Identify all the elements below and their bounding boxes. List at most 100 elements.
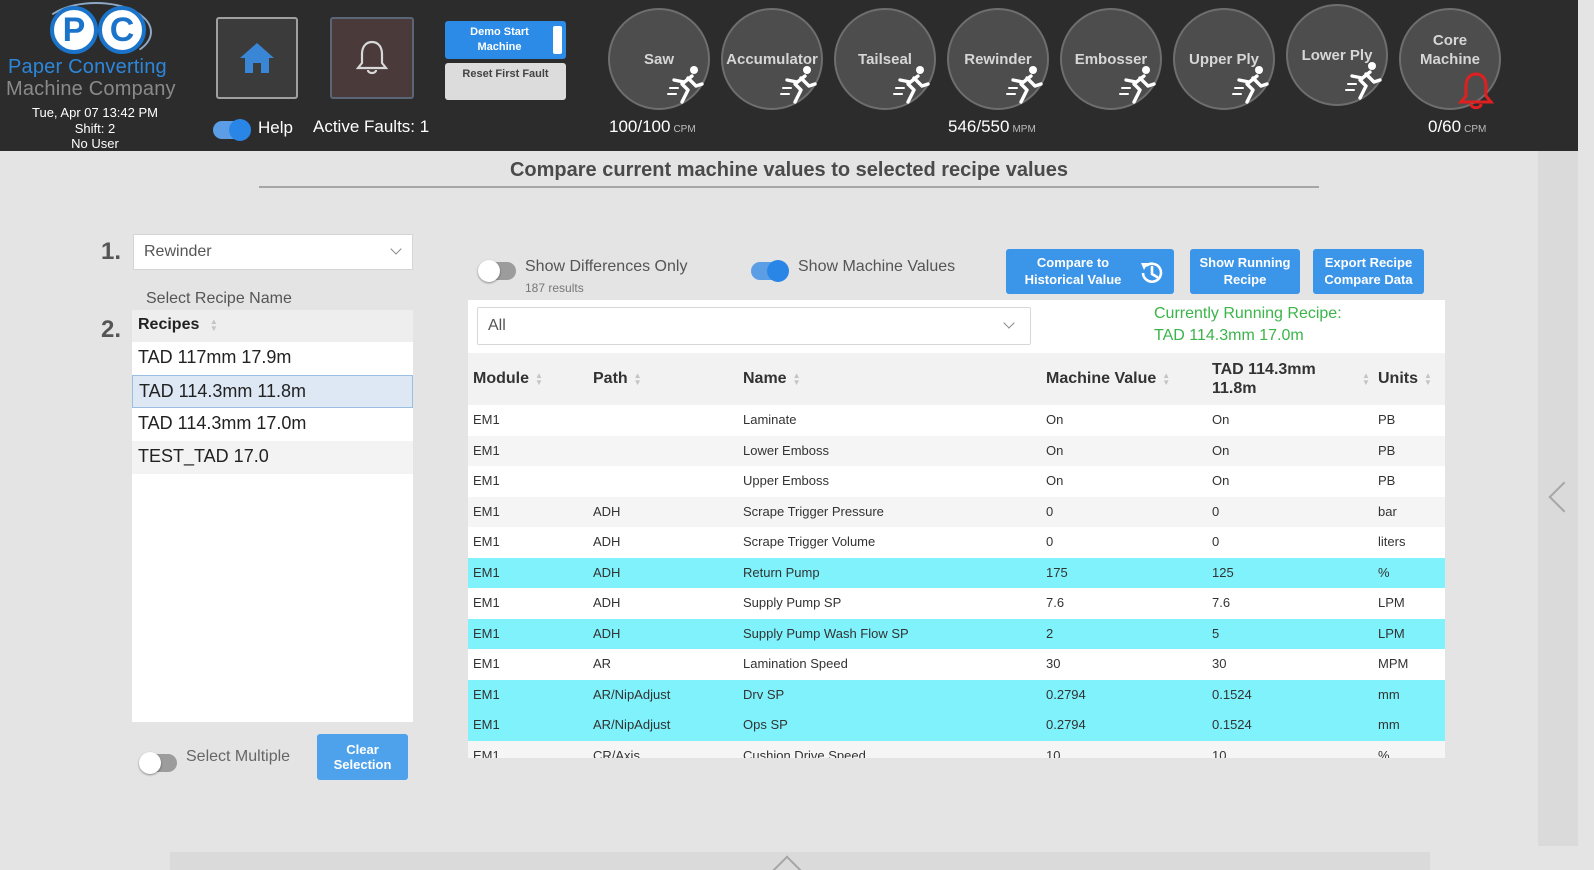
recipe-caption: Select Recipe Name bbox=[146, 290, 292, 307]
cell-units: bar bbox=[1378, 503, 1397, 519]
cell-recipe: 5 bbox=[1212, 625, 1220, 641]
cell-module: EM1 bbox=[473, 442, 500, 458]
table-row[interactable]: EM1 ADH Scrape Trigger Volume 0 0 liters bbox=[468, 527, 1445, 558]
help-toggle[interactable] bbox=[213, 119, 251, 141]
machine-tailseal[interactable]: Tailseal bbox=[834, 8, 936, 110]
cell-machine: 10 bbox=[1046, 747, 1061, 759]
bottom-panel-strip bbox=[170, 852, 1430, 870]
table-row-difference[interactable]: EM1 ADH Return Pump 175 125% bbox=[468, 557, 1445, 588]
cell-units: mm bbox=[1378, 686, 1400, 702]
table-body: EM1 Laminate On On PB EM1 Lower Emboss On On PB EM… bbox=[468, 405, 1445, 758]
cell-name: Supply Pump Wash Flow SP bbox=[743, 625, 909, 641]
reset-first-fault-button[interactable]: Reset First Fault bbox=[445, 63, 566, 100]
cell-units: PB bbox=[1378, 412, 1396, 427]
cell-path: AR/NipAdjust bbox=[593, 717, 671, 732]
chevron-down-icon bbox=[1003, 317, 1015, 329]
cell-machine: 0.2794 bbox=[1046, 686, 1086, 702]
recipe-item[interactable]: TEST_TAD 17.0 bbox=[132, 441, 413, 474]
bell-icon bbox=[355, 40, 389, 75]
recipes-header[interactable]: Recipes ▲ ▼ bbox=[132, 310, 413, 342]
cell-recipe: 0 bbox=[1212, 503, 1220, 519]
table-row-difference[interactable]: EM1 ADH Supply Pump Wash Flow SP 2 5 LPM bbox=[468, 618, 1445, 649]
machine-saw[interactable]: Saw bbox=[608, 8, 710, 110]
col-recipe-header[interactable]: TAD 114.3mm 11.8m ▲ ▼ bbox=[1212, 353, 1372, 405]
cell-module: EM1 bbox=[473, 686, 500, 702]
table-row[interactable]: EM1 Upper Emboss On On PB bbox=[468, 466, 1445, 497]
col-name-header[interactable]: Name ▲ ▼ bbox=[743, 353, 801, 405]
cell-machine: 30 bbox=[1046, 656, 1061, 671]
show-machine-values-toggle[interactable] bbox=[751, 260, 789, 282]
machine-embosser[interactable]: Embosser bbox=[1060, 8, 1162, 110]
saw-speed-readout: 100/100 CPM bbox=[609, 117, 696, 136]
cell-module: EM1 bbox=[473, 595, 500, 610]
clear-selection-button[interactable]: Clear Selection bbox=[317, 734, 408, 780]
cell-module: EM1 bbox=[473, 747, 500, 759]
compare-historical-label: Compare to Historical Value bbox=[1024, 255, 1122, 287]
running-person-icon bbox=[893, 66, 930, 104]
notifications-button[interactable] bbox=[330, 17, 414, 99]
table-row[interactable]: EM1 ADH Scrape Trigger Pressure 0 0 bar bbox=[468, 496, 1445, 527]
show-running-recipe-button[interactable]: Show Running Recipe bbox=[1190, 249, 1300, 294]
datetime-label: Tue, Apr 07 13:42 PM bbox=[32, 105, 158, 120]
demo-start-machine-button[interactable]: Demo Start Machine bbox=[445, 21, 566, 59]
cell-recipe: 10 bbox=[1212, 747, 1227, 759]
running-person-icon bbox=[780, 66, 817, 104]
table-row[interactable]: EM1 Laminate On On PB bbox=[468, 405, 1445, 436]
col-path-header[interactable]: Path ▲ ▼ bbox=[593, 353, 642, 405]
col-units-header[interactable]: Units ▲ ▼ bbox=[1378, 353, 1432, 405]
page-title: Compare current machine values to select… bbox=[509, 159, 1069, 181]
machine-upper-ply[interactable]: Upper Ply bbox=[1173, 8, 1275, 110]
sort-icon: ▲ ▼ bbox=[1424, 371, 1432, 387]
running-person-icon bbox=[1006, 66, 1043, 104]
running-person-icon bbox=[667, 66, 704, 104]
col-machine-value-header[interactable]: Machine Value ▲ ▼ bbox=[1046, 353, 1170, 405]
cell-path: ADH bbox=[593, 625, 621, 641]
cell-path: AR/NipAdjust bbox=[593, 686, 671, 702]
cell-path: CR/Axis bbox=[593, 747, 640, 759]
table-row[interactable]: EM1 CR/Axis Cushion Drive Speed 10 10% bbox=[468, 740, 1445, 759]
table-row[interactable]: EM1 ADH Supply Pump SP 7.6 7.6 LPM bbox=[468, 588, 1445, 619]
logo-name-line1: Paper Converting bbox=[8, 56, 167, 78]
logo-name-line2: Machine Company bbox=[6, 78, 176, 100]
machine-accumulator[interactable]: Accumulator bbox=[721, 8, 823, 110]
cell-machine: On bbox=[1046, 412, 1064, 427]
machine-rewinder[interactable]: Rewinder bbox=[947, 8, 1049, 110]
cell-units: LPM bbox=[1378, 625, 1405, 641]
company-logo: P C Paper Converting Machine Company bbox=[6, 2, 186, 100]
show-differences-toggle[interactable] bbox=[478, 260, 516, 282]
module-select[interactable]: Rewinder bbox=[133, 234, 413, 270]
machine-core-machine[interactable]: Core Machine bbox=[1399, 8, 1501, 110]
show-differences-label: Show Differences Only bbox=[525, 258, 688, 275]
history-icon bbox=[1141, 262, 1163, 283]
table-row[interactable]: EM1 AR Lamination Speed 30 30 MPM bbox=[468, 649, 1445, 680]
demo-start-label: Demo Start Machine bbox=[470, 26, 529, 53]
cell-module: EM1 bbox=[473, 534, 500, 549]
table-row-difference[interactable]: EM1 AR/NipAdjust Ops SP 0.2794 0.1524 mm bbox=[468, 710, 1445, 741]
cell-recipe: On bbox=[1212, 412, 1230, 427]
cell-recipe: 125 bbox=[1212, 564, 1234, 580]
cell-name: Drv SP bbox=[743, 686, 785, 702]
table-row[interactable]: EM1 Lower Emboss On On PB bbox=[468, 435, 1445, 466]
sort-icon: ▲ ▼ bbox=[633, 371, 642, 387]
cell-name: Scrape Trigger Pressure bbox=[743, 503, 884, 519]
cell-units: MPM bbox=[1378, 656, 1409, 671]
logo-p: P bbox=[50, 6, 98, 54]
recipe-item-selected[interactable]: TAD 114.3mm 11.8m bbox=[132, 375, 413, 408]
sort-icon: ▲ ▼ bbox=[1162, 371, 1171, 387]
recipe-item[interactable]: TAD 117mm 17.9m bbox=[132, 342, 413, 375]
select-multiple-toggle[interactable] bbox=[139, 752, 177, 774]
home-button[interactable] bbox=[216, 17, 298, 99]
export-compare-data-button[interactable]: Export Recipe Compare Data bbox=[1313, 249, 1424, 294]
filter-select[interactable]: All bbox=[477, 307, 1031, 345]
module-select-value: Rewinder bbox=[144, 243, 212, 260]
col-module-header[interactable]: Module ▲ ▼ bbox=[473, 353, 543, 405]
running-recipe-label: Currently Running Recipe: bbox=[1154, 305, 1342, 322]
machine-lower-ply[interactable]: Lower Ply bbox=[1286, 4, 1388, 106]
cell-path: ADH bbox=[593, 503, 621, 519]
cell-recipe: 0 bbox=[1212, 534, 1220, 549]
compare-table: All Currently Running Recipe: TAD 114.3m… bbox=[468, 300, 1445, 758]
recipe-item[interactable]: TAD 114.3mm 17.0m bbox=[132, 408, 413, 441]
compare-historical-button[interactable]: Compare to Historical Value bbox=[1006, 249, 1174, 294]
table-row-difference[interactable]: EM1 AR/NipAdjust Drv SP 0.2794 0.1524 mm bbox=[468, 679, 1445, 710]
demo-switch-handle bbox=[553, 26, 562, 54]
